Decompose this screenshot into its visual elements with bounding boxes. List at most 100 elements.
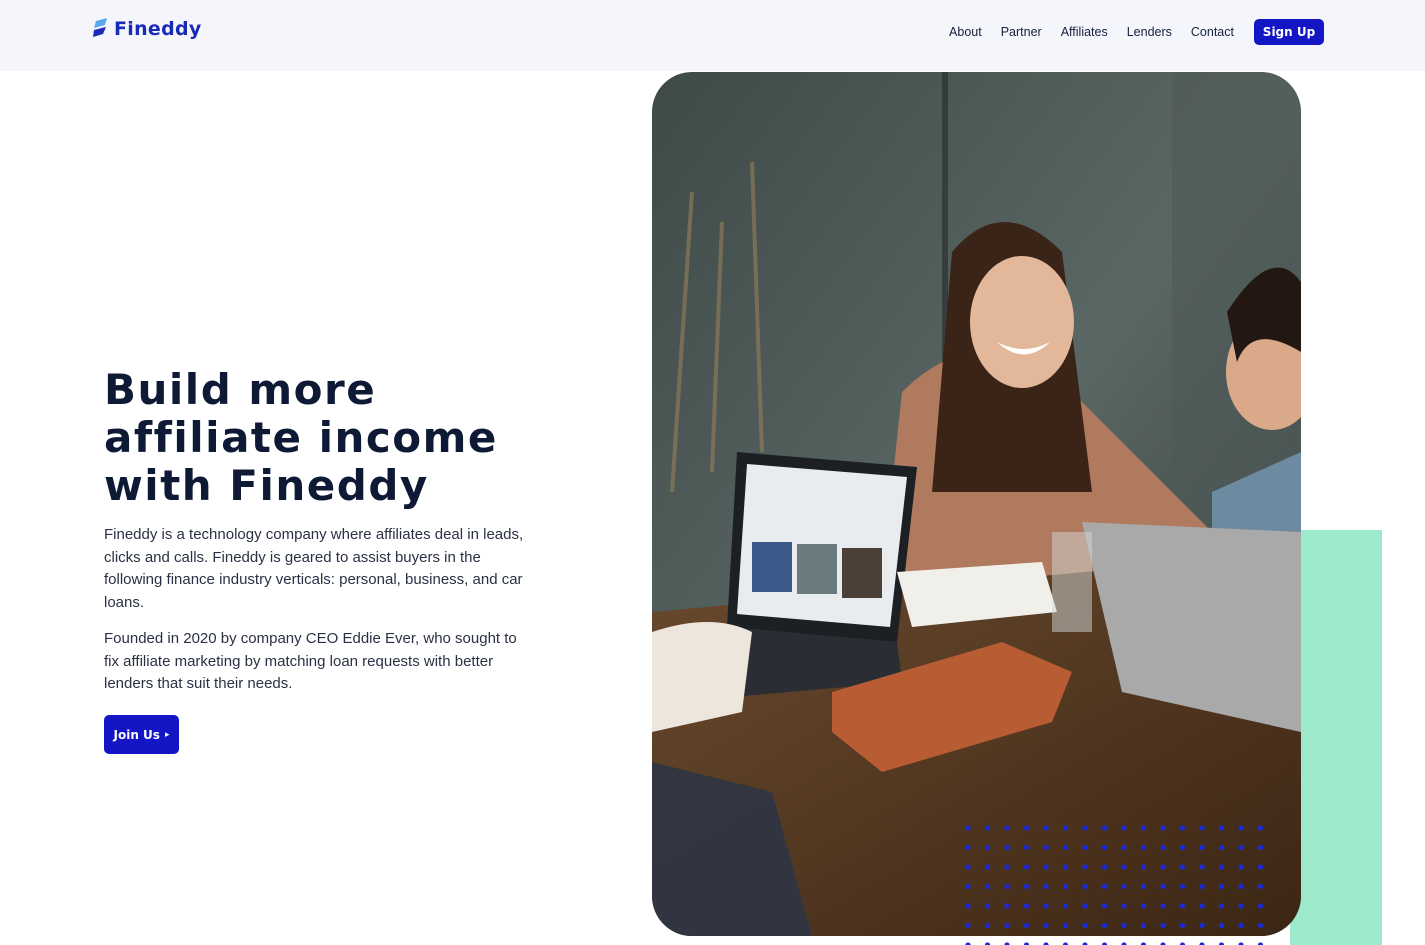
pattern-dot	[984, 825, 991, 831]
pattern-dot	[1101, 883, 1108, 890]
pattern-dot	[1179, 903, 1186, 909]
pattern-dot	[1043, 864, 1049, 870]
pattern-dot	[965, 922, 971, 929]
pattern-dot	[1082, 922, 1088, 929]
pattern-dot	[984, 864, 991, 870]
pattern-dot	[965, 844, 971, 851]
pattern-dot	[1179, 864, 1186, 870]
pattern-dot	[1179, 922, 1186, 929]
pattern-dot	[1023, 864, 1030, 870]
pattern-dot	[1199, 825, 1205, 831]
main-nav: About Partner Affiliates Lenders Contact…	[949, 18, 1324, 46]
hero-title: Build more affiliate income with Fineddy	[104, 366, 564, 510]
pattern-dot	[1062, 903, 1069, 909]
join-us-label: Join Us	[113, 727, 160, 742]
pattern-dot	[984, 844, 991, 851]
hero-title-line-2: affiliate income	[104, 413, 498, 462]
pattern-dot	[1160, 844, 1166, 851]
join-us-button[interactable]: Join Us ▸	[104, 715, 179, 754]
pattern-dot	[1179, 844, 1186, 851]
pattern-dot	[1257, 864, 1264, 870]
pattern-dot	[1121, 864, 1127, 870]
pattern-dot	[1101, 844, 1108, 851]
pattern-dot	[1004, 864, 1010, 870]
pattern-dot	[1023, 903, 1030, 909]
pattern-dot	[984, 883, 991, 890]
pattern-dot	[1199, 864, 1205, 870]
pattern-dot	[1140, 825, 1147, 831]
pattern-dot	[1257, 922, 1264, 929]
site-header: Fineddy About Partner Affiliates Lenders…	[0, 0, 1425, 71]
pattern-dot	[965, 825, 971, 831]
pattern-dot	[1062, 864, 1069, 870]
pattern-dot	[1140, 903, 1147, 909]
pattern-dot	[1062, 844, 1069, 851]
pattern-dot	[1238, 825, 1244, 831]
pattern-dot	[1121, 922, 1127, 929]
pattern-dot	[1257, 825, 1264, 831]
nav-link-about[interactable]: About	[949, 18, 982, 46]
pattern-dot	[1062, 825, 1069, 831]
pattern-dot	[1218, 844, 1225, 851]
pattern-dot	[1160, 922, 1166, 929]
pattern-dot	[1004, 883, 1010, 890]
hero-title-line-3: with Fineddy	[104, 461, 429, 510]
pattern-dot	[1062, 922, 1069, 929]
logo[interactable]: Fineddy	[92, 17, 202, 41]
pattern-dot	[1238, 903, 1244, 909]
nav-link-lenders[interactable]: Lenders	[1127, 18, 1172, 46]
pattern-dot	[1043, 825, 1049, 831]
pattern-dot	[1218, 864, 1225, 870]
pattern-dot	[1082, 825, 1088, 831]
pattern-dot	[965, 903, 971, 909]
pattern-dot	[1082, 844, 1088, 851]
pattern-dot	[1121, 825, 1127, 831]
pattern-dot	[1023, 825, 1030, 831]
pattern-dot	[1257, 903, 1264, 909]
hero-photo	[652, 72, 1301, 936]
pattern-dot	[1043, 903, 1049, 909]
signup-button[interactable]: Sign Up	[1254, 19, 1324, 45]
pattern-dot	[1004, 844, 1010, 851]
pattern-dot	[1238, 922, 1244, 929]
pattern-dot	[1082, 903, 1088, 909]
pattern-dot	[1121, 883, 1127, 890]
pattern-dot	[1199, 844, 1205, 851]
pattern-dot	[1043, 844, 1049, 851]
mint-accent-block	[1290, 530, 1382, 945]
pattern-dot	[1121, 844, 1127, 851]
pattern-dot	[1140, 883, 1147, 890]
pattern-dot	[1257, 844, 1264, 851]
pattern-dot	[984, 903, 991, 909]
pattern-dot	[1257, 883, 1264, 890]
pattern-dot	[1199, 922, 1205, 929]
nav-link-contact[interactable]: Contact	[1191, 18, 1234, 46]
pattern-dot	[1238, 844, 1244, 851]
pattern-dot	[1199, 903, 1205, 909]
pattern-dot	[1023, 844, 1030, 851]
pattern-dot	[1043, 883, 1049, 890]
pattern-dot	[1004, 922, 1010, 929]
pattern-dot	[1160, 864, 1166, 870]
caret-right-icon: ▸	[164, 729, 170, 740]
pattern-dot	[1218, 883, 1225, 890]
hero-title-line-1: Build more	[104, 365, 377, 414]
pattern-dot	[984, 922, 991, 929]
pattern-dot	[1004, 825, 1010, 831]
nav-link-affiliates[interactable]: Affiliates	[1061, 18, 1108, 46]
pattern-dot	[1062, 883, 1069, 890]
pattern-dot	[965, 883, 971, 890]
pattern-dot	[1160, 883, 1166, 890]
nav-link-partner[interactable]: Partner	[1001, 18, 1042, 46]
fineddy-logo-icon	[93, 18, 107, 37]
pattern-dot	[1043, 922, 1049, 929]
hero-paragraph-intro: Fineddy is a technology company where af…	[104, 526, 524, 611]
pattern-dot	[1238, 864, 1244, 870]
pattern-dot	[1140, 844, 1147, 851]
pattern-dot	[1121, 903, 1127, 909]
pattern-dot	[1101, 864, 1108, 870]
pattern-dot	[1160, 903, 1166, 909]
pattern-dot	[965, 864, 971, 870]
pattern-dot	[1179, 825, 1186, 831]
logo-text: Fineddy	[114, 18, 202, 40]
